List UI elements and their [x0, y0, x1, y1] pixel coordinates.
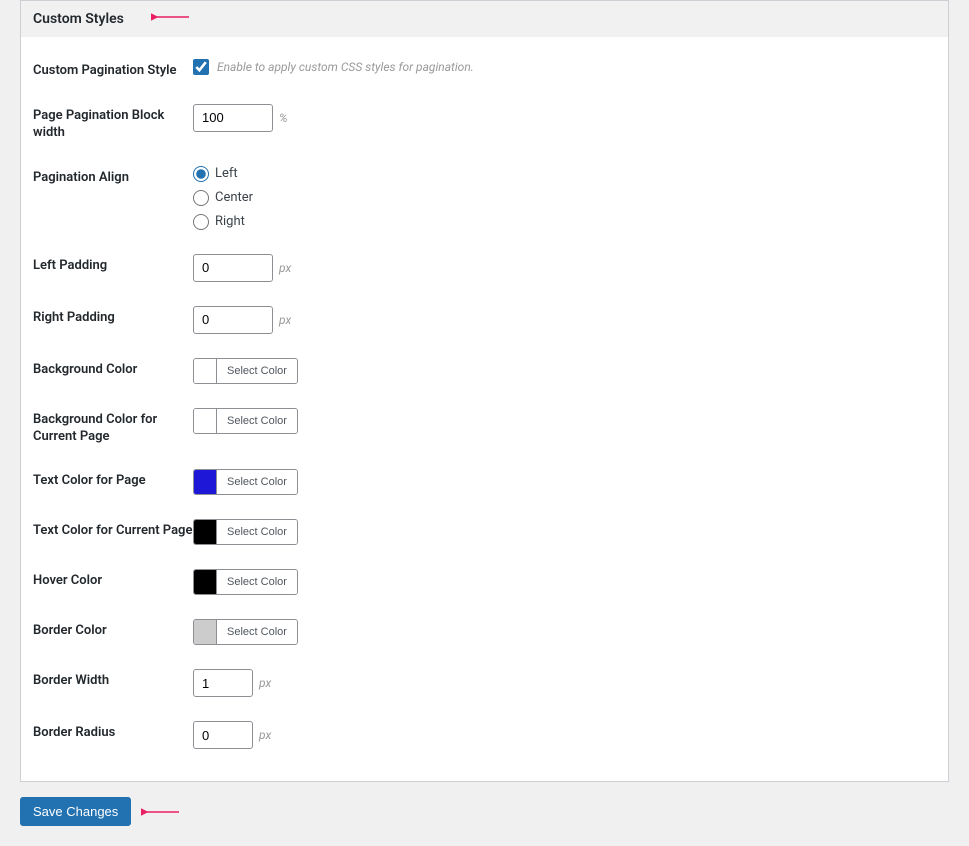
label-text-color-current: Text Color for Current Page	[33, 519, 193, 540]
bg-color-current-swatch	[194, 409, 216, 433]
label-left-padding: Left Padding	[33, 254, 193, 275]
align-right-option[interactable]: Right	[193, 214, 245, 230]
align-right-label: Right	[215, 214, 245, 229]
text-color-page-picker[interactable]: Select Color	[193, 469, 298, 495]
label-block-width: Page Pagination Block width	[33, 104, 193, 142]
row-border-color: Border Color Select Color	[33, 607, 936, 657]
border-width-input[interactable]	[193, 669, 253, 697]
custom-styles-panel: Custom Styles Custom Pagination Style En…	[20, 0, 949, 782]
align-left-radio[interactable]	[193, 166, 209, 182]
bg-color-select-button[interactable]: Select Color	[216, 359, 297, 383]
align-center-option[interactable]: Center	[193, 190, 253, 206]
text-color-page-select-button[interactable]: Select Color	[216, 470, 297, 494]
row-text-color-page: Text Color for Page Select Color	[33, 457, 936, 507]
arrow-annotation-icon	[141, 802, 181, 822]
row-bg-color: Background Color Select Color	[33, 346, 936, 396]
row-border-radius: Border Radius px	[33, 709, 936, 761]
label-border-radius: Border Radius	[33, 721, 193, 742]
label-custom-pagination-style: Custom Pagination Style	[33, 59, 193, 80]
panel-body: Custom Pagination Style Enable to apply …	[21, 37, 948, 781]
row-border-width: Border Width px	[33, 657, 936, 709]
row-block-width: Page Pagination Block width %	[33, 92, 936, 154]
hover-color-picker[interactable]: Select Color	[193, 569, 298, 595]
align-center-label: Center	[215, 190, 253, 205]
custom-pagination-style-hint: Enable to apply custom CSS styles for pa…	[217, 60, 474, 74]
border-color-swatch	[194, 620, 216, 644]
left-padding-unit: px	[279, 261, 291, 275]
border-width-unit: px	[259, 676, 271, 690]
left-padding-input[interactable]	[193, 254, 273, 282]
hover-color-swatch	[194, 570, 216, 594]
border-color-select-button[interactable]: Select Color	[216, 620, 297, 644]
bg-color-picker[interactable]: Select Color	[193, 358, 298, 384]
border-radius-input[interactable]	[193, 721, 253, 749]
custom-pagination-style-checkbox[interactable]	[193, 59, 209, 75]
align-left-label: Left	[215, 166, 238, 181]
bg-color-swatch	[194, 359, 216, 383]
border-color-picker[interactable]: Select Color	[193, 619, 298, 645]
label-bg-color: Background Color	[33, 358, 193, 379]
checkbox-wrap: Enable to apply custom CSS styles for pa…	[193, 59, 474, 75]
text-color-current-select-button[interactable]: Select Color	[216, 520, 297, 544]
save-changes-button[interactable]: Save Changes	[20, 797, 131, 826]
row-right-padding: Right Padding px	[33, 294, 936, 346]
panel-header: Custom Styles	[21, 1, 948, 37]
panel-title: Custom Styles	[33, 11, 124, 27]
right-padding-input[interactable]	[193, 306, 273, 334]
text-color-page-swatch	[194, 470, 216, 494]
text-color-current-picker[interactable]: Select Color	[193, 519, 298, 545]
right-padding-unit: px	[279, 313, 291, 327]
align-center-radio[interactable]	[193, 190, 209, 206]
block-width-input[interactable]	[193, 104, 273, 132]
row-custom-pagination-style: Custom Pagination Style Enable to apply …	[33, 47, 936, 92]
align-left-option[interactable]: Left	[193, 166, 238, 182]
label-right-padding: Right Padding	[33, 306, 193, 327]
label-text-color-page: Text Color for Page	[33, 469, 193, 490]
row-pagination-align: Pagination Align Left Center Right	[33, 154, 936, 242]
row-text-color-current: Text Color for Current Page Select Color	[33, 507, 936, 557]
border-radius-unit: px	[259, 728, 271, 742]
bg-color-current-picker[interactable]: Select Color	[193, 408, 298, 434]
bg-color-current-select-button[interactable]: Select Color	[216, 409, 297, 433]
label-hover-color: Hover Color	[33, 569, 193, 590]
block-width-unit: %	[279, 111, 288, 125]
row-hover-color: Hover Color Select Color	[33, 557, 936, 607]
label-border-width: Border Width	[33, 669, 193, 690]
label-border-color: Border Color	[33, 619, 193, 640]
hover-color-select-button[interactable]: Select Color	[216, 570, 297, 594]
label-bg-color-current: Background Color for Current Page	[33, 408, 193, 446]
align-right-radio[interactable]	[193, 214, 209, 230]
row-bg-color-current: Background Color for Current Page Select…	[33, 396, 936, 458]
label-pagination-align: Pagination Align	[33, 166, 193, 187]
row-left-padding: Left Padding px	[33, 242, 936, 294]
save-row: Save Changes	[20, 797, 949, 826]
arrow-annotation-icon	[151, 7, 191, 27]
text-color-current-swatch	[194, 520, 216, 544]
